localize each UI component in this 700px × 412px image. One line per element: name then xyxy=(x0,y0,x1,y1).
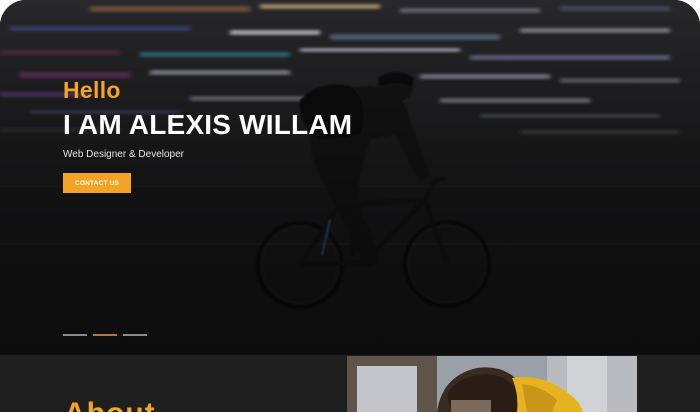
about-portrait-image xyxy=(347,356,637,412)
hero-greeting: Hello xyxy=(63,77,121,103)
about-section: About xyxy=(0,355,700,412)
hero-text-block: Hello I AM ALEXIS WILLAM Web Designer & … xyxy=(63,76,352,161)
slider-indicator-3[interactable] xyxy=(123,334,147,336)
hero-role-text: Web Designer & Developer xyxy=(63,149,184,160)
slider-indicator-1[interactable] xyxy=(63,334,87,336)
about-heading: About xyxy=(64,399,156,412)
slider-indicator-2[interactable] xyxy=(93,334,117,336)
hero-slider-indicators xyxy=(63,334,147,336)
about-right-gutter xyxy=(637,355,700,412)
page-frame: Hello I AM ALEXIS WILLAM Web Designer & … xyxy=(0,0,700,412)
contact-us-button[interactable]: CONTACT US xyxy=(63,173,131,193)
hero-section: Hello I AM ALEXIS WILLAM Web Designer & … xyxy=(0,0,700,355)
hero-name-heading: I AM ALEXIS WILLAM xyxy=(63,109,353,140)
